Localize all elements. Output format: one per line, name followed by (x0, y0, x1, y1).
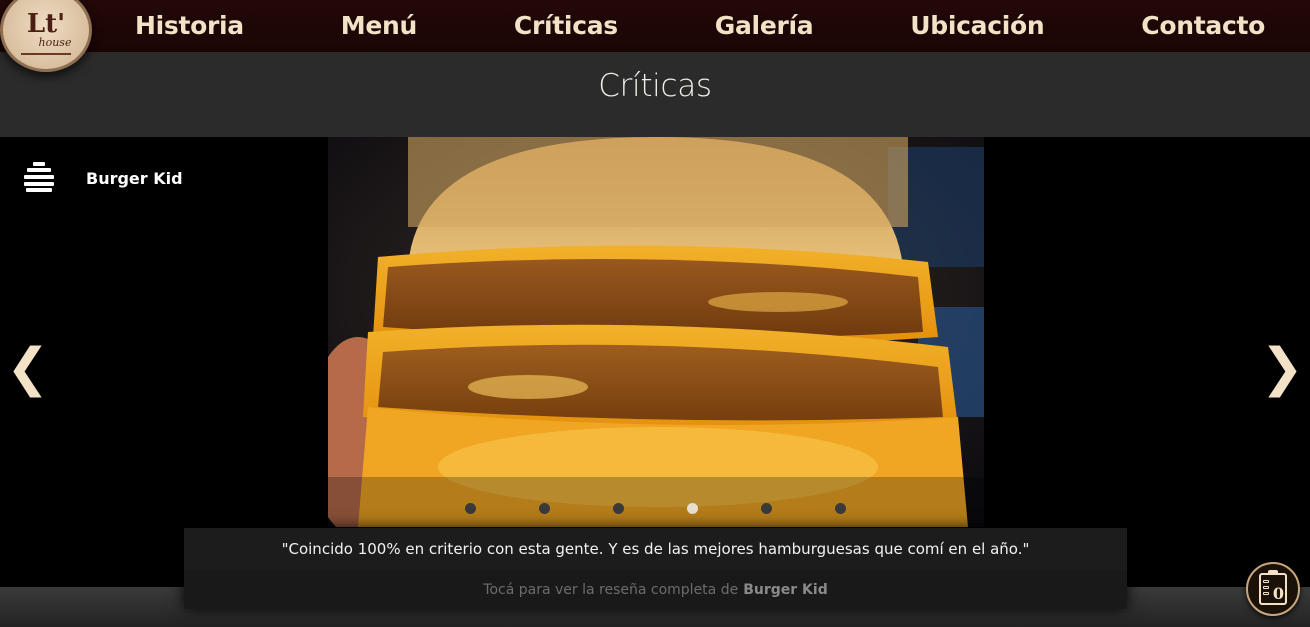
slide-dot[interactable] (539, 503, 550, 514)
order-button[interactable]: 0 (1246, 562, 1300, 616)
section-header: Críticas (0, 52, 1310, 137)
review-quote-box[interactable]: "Coincido 100% en criterio con esta gent… (184, 528, 1127, 609)
prev-slide-button[interactable]: ❮ (6, 342, 50, 394)
review-quote: "Coincido 100% en criterio con esta gent… (281, 540, 1030, 558)
nav-link-ubicacion[interactable]: Ubicación (910, 11, 1044, 40)
logo-sub-text: house (38, 36, 72, 49)
nav-link-menu[interactable]: Menú (341, 11, 418, 40)
top-nav: Lt' house Historia Menú Críticas Galería… (0, 0, 1310, 72)
full-review-link-reviewer: Burger Kid (743, 581, 828, 598)
reviewer-name: Burger Kid (86, 168, 183, 188)
full-review-link-prefix: Tocá para ver la reseña completa de (483, 581, 739, 598)
section-title: Críticas (598, 67, 712, 104)
nav-links: Historia Menú Críticas Galería Ubicación… (95, 0, 1290, 50)
review-slider: Burger Kid ❮ ❯ (0, 137, 1310, 587)
nav-link-contacto[interactable]: Contacto (1141, 11, 1265, 40)
slide-dot[interactable] (613, 503, 624, 514)
nav-link-historia[interactable]: Historia (135, 11, 244, 40)
slide-dot[interactable] (465, 503, 476, 514)
slide-dot[interactable] (835, 503, 846, 514)
full-review-link[interactable]: Tocá para ver la reseña completa de Burg… (184, 570, 1127, 609)
next-slide-button[interactable]: ❯ (1260, 342, 1304, 394)
burger-icon (24, 162, 54, 194)
slide-indicators (465, 503, 909, 514)
clipboard-icon: 0 (1259, 570, 1287, 605)
reviewer-badge: Burger Kid (24, 162, 183, 194)
logo-divider (21, 53, 71, 55)
slide-dot-active[interactable] (687, 503, 698, 514)
order-count: 0 (1272, 584, 1284, 603)
logo-main-text: Lt' (26, 9, 66, 39)
review-photo (328, 137, 984, 527)
nav-link-galeria[interactable]: Galería (715, 11, 814, 40)
slide-dot[interactable] (761, 503, 772, 514)
nav-link-criticas[interactable]: Críticas (514, 11, 618, 40)
